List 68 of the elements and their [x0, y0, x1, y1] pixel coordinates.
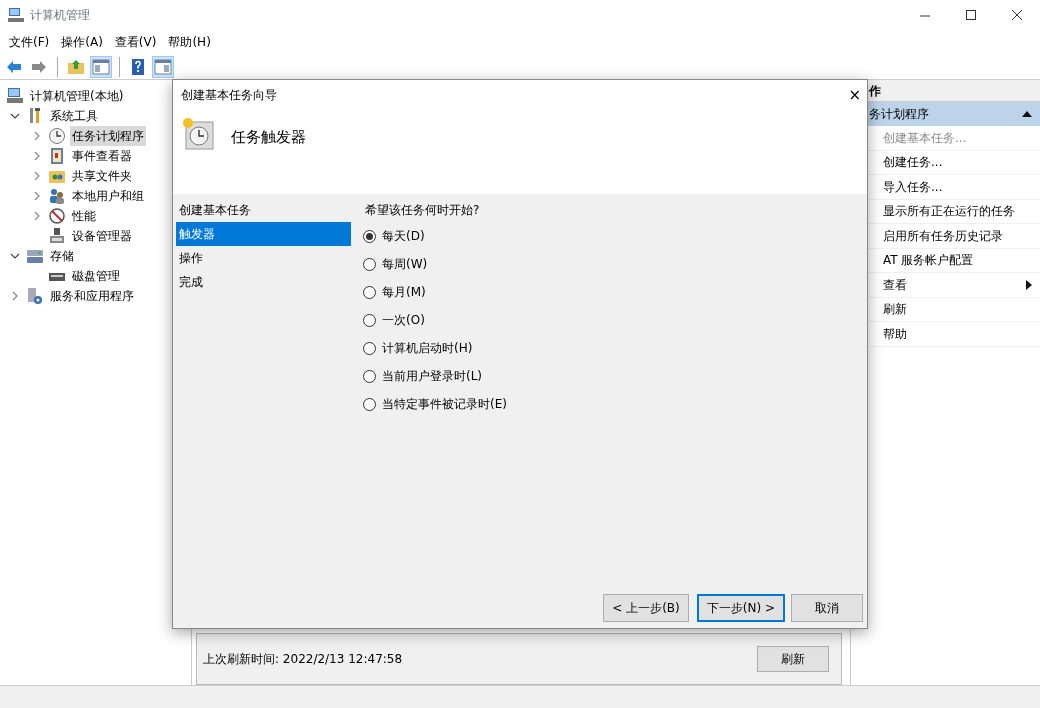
- tree-item[interactable]: 事件查看器: [70, 146, 134, 166]
- radio-label[interactable]: 一次(O): [382, 311, 425, 329]
- action-item[interactable]: 启用所有任务历史记录: [883, 226, 1003, 245]
- action-item[interactable]: 导入任务...: [883, 177, 943, 196]
- refresh-time-text: 上次刷新时间: 2022/2/13 12:47:58: [203, 651, 403, 668]
- window-title: 计算机管理: [30, 7, 90, 24]
- radio-button[interactable]: [363, 341, 376, 355]
- clock-icon: [181, 116, 215, 152]
- radio-button[interactable]: [363, 397, 376, 411]
- radio-button[interactable]: [363, 313, 376, 327]
- action-item[interactable]: 创建任务...: [883, 153, 943, 172]
- tree-item[interactable]: 设备管理器: [70, 226, 134, 246]
- action-item[interactable]: 帮助: [883, 324, 907, 343]
- storage-icon: [26, 247, 44, 265]
- tree-item[interactable]: 服务和应用程序: [48, 286, 136, 306]
- menu-item[interactable]: 操作(A): [58, 33, 106, 51]
- dialog-heading: 任务触发器: [231, 127, 306, 148]
- no-sign-icon: [48, 207, 66, 225]
- services-icon: [26, 287, 44, 305]
- tree-item[interactable]: 系统工具: [48, 106, 100, 126]
- radio-label[interactable]: 每天(D): [382, 227, 425, 245]
- action-item[interactable]: 刷新: [883, 300, 907, 319]
- tree-item[interactable]: 磁盘管理: [70, 266, 122, 286]
- pane-icon[interactable]: [92, 57, 110, 76]
- menu-item[interactable]: 查看(V): [111, 33, 160, 51]
- radio-label[interactable]: 当前用户登录时(L): [382, 367, 483, 385]
- radio-label[interactable]: 每月(M): [382, 283, 426, 301]
- step-heading: 创建基本任务: [178, 202, 252, 219]
- submenu-arrow-icon[interactable]: [1026, 279, 1032, 290]
- wizard-step[interactable]: 完成: [176, 270, 351, 294]
- tree-item[interactable]: 本地用户和组: [70, 186, 146, 206]
- tree-item[interactable]: 性能: [70, 206, 98, 226]
- event-log-icon: [48, 147, 66, 165]
- dialog-title: 创建基本任务向导: [181, 87, 277, 104]
- radio-label[interactable]: 计算机启动时(H): [382, 339, 473, 357]
- device-icon: [48, 227, 66, 245]
- tree-item[interactable]: 存储: [48, 246, 76, 266]
- radio-button[interactable]: [363, 369, 376, 383]
- tree-item[interactable]: 计算机管理(本地): [28, 86, 126, 106]
- action-item[interactable]: 显示所有正在运行的任务: [883, 202, 1015, 221]
- tree-item[interactable]: 任务计划程序: [70, 126, 146, 146]
- radio-button[interactable]: [363, 257, 376, 271]
- computer-icon: [8, 7, 24, 23]
- wizard-step[interactable]: 触发器: [176, 222, 351, 246]
- refresh-button[interactable]: 刷新: [757, 646, 829, 672]
- radio-button[interactable]: [363, 229, 376, 243]
- action-item[interactable]: AT 服务帐户配置: [883, 251, 974, 270]
- section-header: 务计划程序: [869, 106, 929, 123]
- collapse-triangle-icon[interactable]: [1022, 110, 1032, 118]
- clock-icon: [48, 127, 66, 145]
- wizard-step[interactable]: 操作: [176, 246, 351, 270]
- computer-icon: [6, 87, 24, 105]
- close-button[interactable]: ×: [842, 83, 867, 107]
- tree-item[interactable]: 共享文件夹: [70, 166, 134, 186]
- radio-label[interactable]: 当特定事件被记录时(E): [382, 395, 507, 413]
- folder-up-icon[interactable]: [67, 57, 85, 76]
- wizard-button[interactable]: 下一步(N) >: [696, 594, 785, 622]
- menu-item[interactable]: 帮助(H): [165, 33, 214, 51]
- radio-label[interactable]: 每周(W): [382, 255, 428, 273]
- radio-button[interactable]: [363, 285, 376, 299]
- wizard-button[interactable]: < 上一步(B): [603, 594, 689, 622]
- users-icon: [48, 187, 66, 205]
- action-item[interactable]: 查看: [883, 275, 907, 294]
- question-text: 希望该任务何时开始?: [364, 202, 481, 219]
- menu-item[interactable]: 文件(F): [6, 33, 53, 51]
- help-icon[interactable]: [129, 57, 147, 76]
- wizard-button[interactable]: 取消: [791, 594, 863, 622]
- pane-icon[interactable]: [154, 57, 172, 76]
